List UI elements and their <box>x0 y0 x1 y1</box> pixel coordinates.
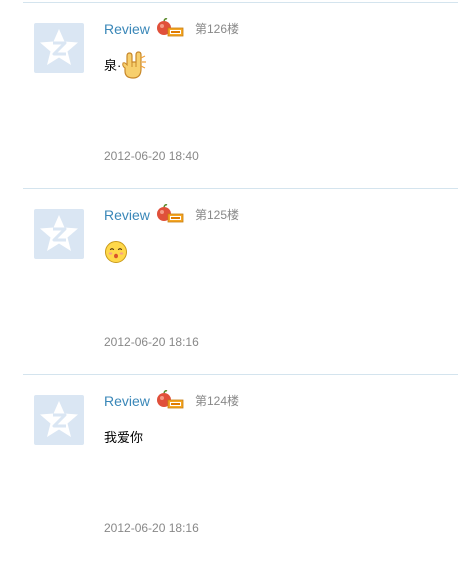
avatar[interactable] <box>34 209 84 259</box>
rock-hand-emoji-icon <box>122 51 147 79</box>
post-text: 我爱你 <box>104 430 144 445</box>
post-timestamp: 2012-06-20 18:16 <box>104 335 199 349</box>
avatar[interactable] <box>34 23 84 73</box>
post-content: 泉· <box>104 51 147 81</box>
post-content: 我爱你 <box>104 423 143 453</box>
level-badge-icon <box>157 18 184 37</box>
post-timestamp: 2012-06-20 18:40 <box>104 149 199 163</box>
post-item: Review 第124楼 我爱你 2012-06-20 18:16 <box>0 375 458 561</box>
floor-number: 第124楼 <box>195 394 240 408</box>
level-badge-icon <box>157 390 184 409</box>
default-avatar-star-icon <box>40 29 78 65</box>
post-item: Review 第125楼 2012-06-20 18:16 <box>0 189 458 375</box>
username-link[interactable]: Review <box>104 392 150 410</box>
avatar[interactable] <box>34 395 84 445</box>
floor-number: 第126楼 <box>195 22 240 36</box>
level-badge-icon <box>157 204 184 223</box>
kiss-face-emoji-icon <box>105 241 127 263</box>
default-avatar-star-icon <box>40 215 78 251</box>
post-timestamp: 2012-06-20 18:16 <box>104 521 199 535</box>
floor-number: 第125楼 <box>195 208 240 222</box>
post-item: Review 第126楼 泉· 2012-06-20 18:40 <box>0 3 458 189</box>
username-link[interactable]: Review <box>104 20 150 38</box>
default-avatar-star-icon <box>40 401 78 437</box>
post-content <box>104 237 128 267</box>
post-text: 泉· <box>104 58 122 73</box>
username-link[interactable]: Review <box>104 206 150 224</box>
